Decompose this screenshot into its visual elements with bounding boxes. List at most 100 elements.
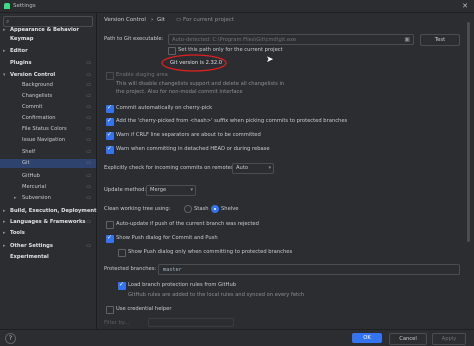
sidebar-item-label: Experimental	[10, 254, 49, 260]
sidebar-item-label: Tools	[10, 230, 25, 236]
ok-button[interactable]: OK	[352, 333, 382, 343]
staging-hint-line-2: the project. Also for non-modal commit i…	[116, 89, 243, 95]
project-scope-icon: ▭	[86, 195, 91, 201]
scope-label: For current project	[183, 17, 235, 23]
sidebar-item-keymap[interactable]: Keymap	[0, 35, 96, 44]
project-scope-icon: ▭	[86, 160, 91, 166]
project-scope-icon: ▭	[86, 104, 91, 110]
sidebar-item-label: Git	[22, 160, 30, 166]
auto-update-checkbox[interactable]	[106, 221, 114, 229]
apply-button[interactable]: Apply	[432, 333, 466, 345]
commit-cherry-pick-checkbox[interactable]	[106, 104, 114, 113]
chevron-right-icon[interactable]: ▸	[3, 242, 6, 251]
sidebar-item-shelf[interactable]: Shelf ▭	[0, 148, 96, 157]
sidebar-item-editor[interactable]: ▸ Editor	[0, 47, 96, 56]
sidebar-item-label: Issue Navigation	[22, 137, 66, 143]
breadcrumb-current: Git	[157, 17, 165, 23]
git-version-text: Git version is 2.32.0	[170, 60, 223, 66]
stash-radio[interactable]	[184, 205, 192, 213]
sidebar-item-languages-frameworks[interactable]: ▸ Languages & Frameworks ▭	[0, 218, 96, 227]
chevron-down-icon[interactable]: ▾	[3, 71, 6, 80]
project-scope-icon: ▭	[86, 60, 91, 66]
sidebar-item-issue-navigation[interactable]: Issue Navigation ▭	[0, 136, 96, 145]
sidebar-item-github[interactable]: GitHub ▭	[0, 172, 96, 181]
stash-label: Stash	[194, 206, 209, 212]
sidebar-item-mercurial[interactable]: Mercurial ▭	[0, 183, 96, 192]
chevron-right-icon[interactable]: ▸	[3, 229, 6, 238]
staging-area-checkbox[interactable]	[106, 72, 114, 80]
git-path-field[interactable]: Auto-detected: C:\Program Files\Git\cmd\…	[168, 34, 414, 45]
sidebar-item-label: Mercurial	[22, 184, 47, 190]
push-protected-label: Show Push dialog only when committing to…	[128, 249, 293, 255]
sidebar-item-other-settings[interactable]: ▸ Other Settings ▭	[0, 242, 96, 251]
project-scope-icon: ▭	[86, 137, 91, 143]
project-scope-icon: ▭	[86, 219, 91, 225]
scrollbar-thumb[interactable]	[467, 22, 470, 242]
crlf-warning-checkbox[interactable]	[106, 131, 114, 140]
project-scope-icon: ▭	[86, 72, 91, 78]
explicit-check-label: Explicitly check for incoming commits on…	[104, 165, 236, 171]
chevron-right-icon[interactable]: ▸	[3, 207, 6, 216]
sidebar-item-tools[interactable]: ▸ Tools	[0, 229, 96, 238]
push-dialog-label: Show Push dialog for Commit and Push	[116, 235, 218, 241]
load-rules-checkbox[interactable]	[118, 281, 126, 290]
clean-tree-label: Clean working tree using:	[104, 206, 171, 212]
shelve-radio[interactable]	[211, 205, 219, 213]
sidebar-item-confirmation[interactable]: Confirmation ▭	[0, 114, 96, 123]
explicit-check-value: Auto	[236, 165, 249, 171]
project-scope-icon: ▭	[86, 243, 91, 249]
cherry-suffix-label: Add the 'cherry-picked from <hash>' suff…	[116, 118, 348, 124]
help-button[interactable]: ?	[5, 333, 16, 344]
explicit-check-select[interactable]: Auto ▾	[232, 163, 274, 174]
auto-update-label: Auto-update if push of the current branc…	[116, 221, 259, 227]
project-scope-icon: ▭	[86, 115, 91, 121]
browse-folder-icon[interactable]: ▣	[404, 36, 410, 43]
sidebar-item-label: Languages & Frameworks	[10, 219, 86, 225]
close-icon[interactable]: ✕	[462, 2, 468, 10]
test-button[interactable]: Test	[420, 34, 460, 46]
project-scope-icon: ▭	[86, 126, 91, 132]
sidebar-item-label: Commit	[22, 104, 43, 110]
scrollbar[interactable]	[466, 16, 471, 328]
search-icon: ⌕	[6, 18, 10, 25]
credential-helper-checkbox[interactable]	[106, 306, 114, 314]
git-path-value: Auto-detected: C:\Program Files\Git\cmd\…	[172, 37, 297, 43]
sidebar-item-background[interactable]: Background ▭	[0, 81, 96, 90]
sidebar-item-experimental[interactable]: Experimental	[0, 253, 96, 262]
protected-branches-input[interactable]: master	[158, 264, 460, 275]
filter-input[interactable]	[148, 318, 234, 327]
sidebar-item-changelists[interactable]: Changelists ▭	[0, 92, 96, 101]
cherry-suffix-checkbox[interactable]	[106, 117, 114, 126]
sidebar-item-label: Background	[22, 82, 53, 88]
sidebar-item-plugins[interactable]: Plugins ▭	[0, 59, 96, 68]
update-method-select[interactable]: Merge ▾	[146, 185, 196, 196]
chevron-right-icon[interactable]: ▸	[3, 218, 6, 227]
sidebar-item-version-control[interactable]: ▾ Version Control ▭	[0, 71, 96, 80]
protected-branches-value: master	[163, 267, 182, 273]
update-method-value: Merge	[150, 187, 167, 193]
chevron-right-icon[interactable]: ▸	[3, 47, 6, 56]
chevron-right-icon[interactable]: ▸	[3, 26, 6, 35]
sidebar-item-file-status-colors[interactable]: File Status Colors ▭	[0, 125, 96, 134]
push-dialog-checkbox[interactable]	[106, 234, 114, 243]
sidebar-item-subversion[interactable]: ▸ Subversion ▭	[0, 194, 96, 203]
sidebar-item-commit[interactable]: Commit ▭	[0, 103, 96, 112]
cancel-button[interactable]: Cancel	[389, 333, 427, 345]
chevron-right-icon[interactable]: ▸	[14, 194, 17, 203]
project-scope-icon: ▭	[86, 184, 91, 190]
breadcrumb-parent[interactable]: Version Control	[104, 17, 146, 23]
project-scope-icon: ▭	[86, 82, 91, 88]
settings-sidebar: ⌕ ▸ Appearance & Behavior Keymap ▸ Editor Plu…	[0, 13, 97, 329]
load-rules-label: Load branch protection rules from GitHub	[128, 282, 237, 288]
crlf-warning-label: Warn if CRLF line separators are about t…	[116, 132, 261, 138]
detached-head-checkbox[interactable]	[106, 145, 114, 154]
sidebar-item-label: Confirmation	[22, 115, 56, 121]
sidebar-item-git[interactable]: Git ▭	[0, 159, 96, 168]
sidebar-item-build-execution-deployment[interactable]: ▸ Build, Execution, Deployment ▭	[0, 207, 97, 216]
chevron-down-icon: ▾	[268, 165, 271, 171]
sidebar-item-appearance-behavior[interactable]: ▸ Appearance & Behavior	[0, 26, 96, 35]
sidebar-item-label: Changelists	[22, 93, 53, 99]
commit-cherry-pick-label: Commit automatically on cherry-pick	[116, 105, 213, 111]
sidebar-item-label: Keymap	[10, 36, 34, 42]
push-protected-checkbox[interactable]	[118, 249, 126, 257]
